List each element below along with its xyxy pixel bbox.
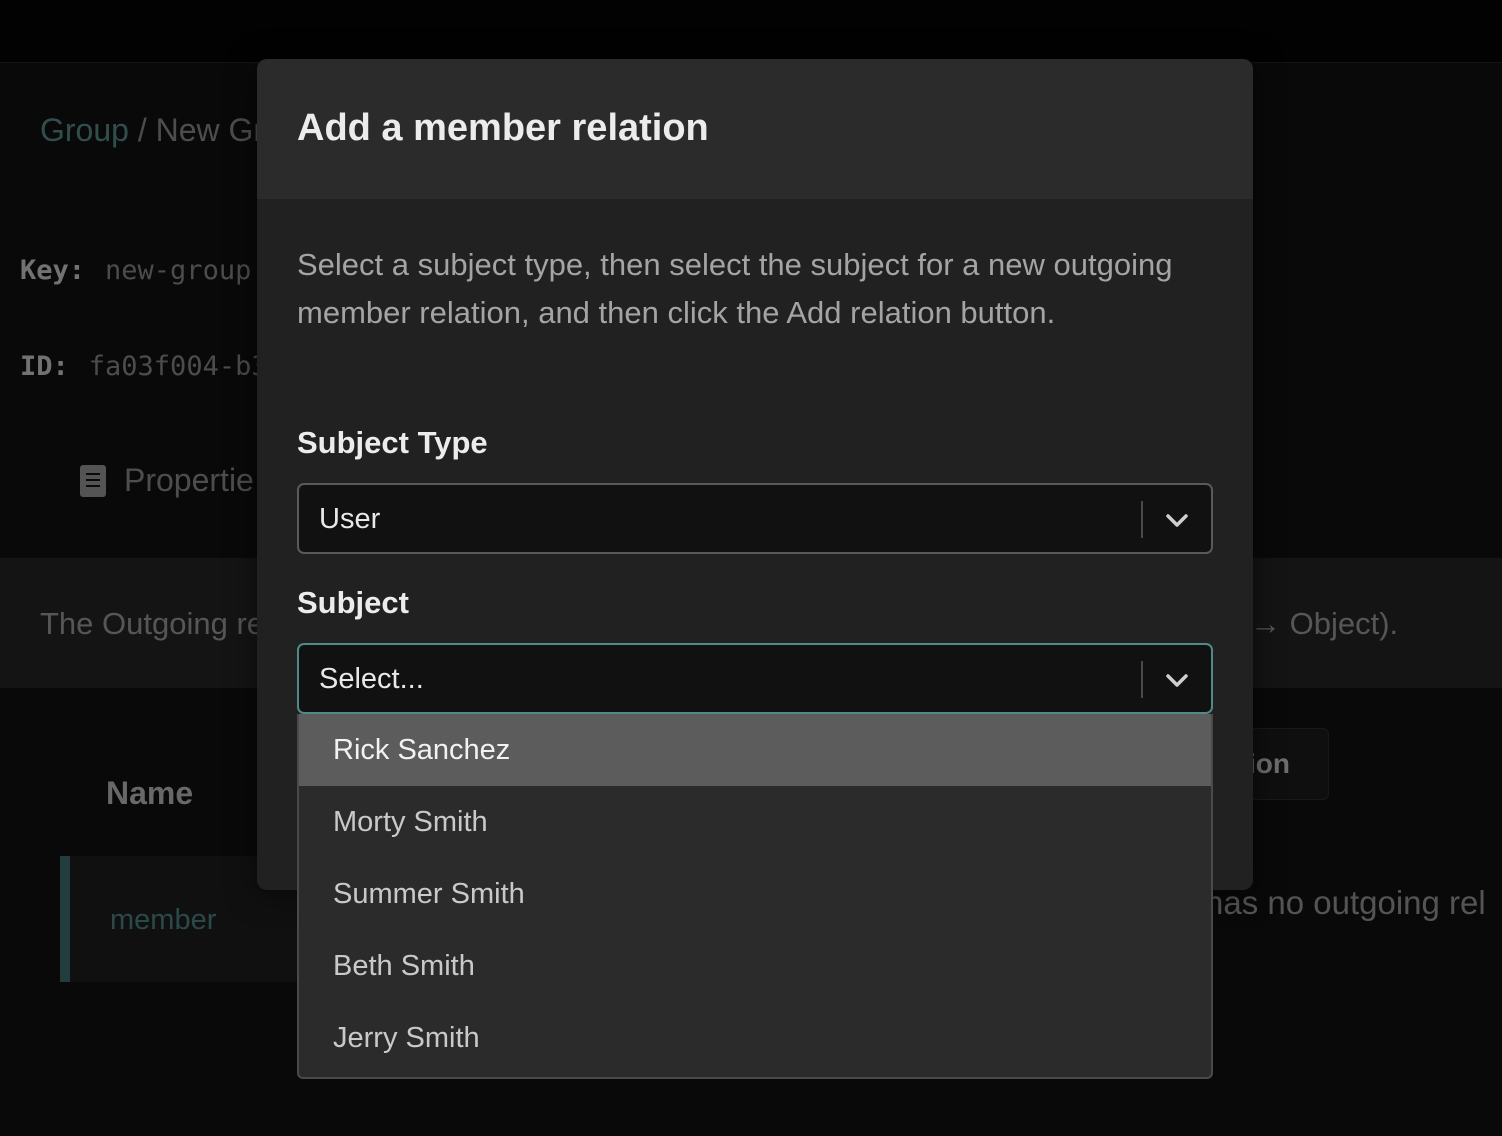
- subject-type-select[interactable]: User: [297, 483, 1213, 554]
- subject-option[interactable]: Beth Smith: [299, 930, 1211, 1002]
- chevron-down-icon[interactable]: [1163, 666, 1191, 694]
- subject-dropdown-menu: Rick Sanchez Morty Smith Summer Smith Be…: [297, 714, 1213, 1079]
- subject-option[interactable]: Summer Smith: [299, 858, 1211, 930]
- subject-label: Subject: [297, 585, 409, 620]
- modal-description: Select a subject type, then select the s…: [297, 247, 1173, 330]
- chevron-down-icon[interactable]: [1163, 506, 1191, 534]
- modal-title: Add a member relation: [297, 107, 709, 149]
- modal-header: Add a member relation: [257, 59, 1253, 199]
- subject-option[interactable]: Rick Sanchez: [299, 714, 1211, 786]
- select-separator: [1141, 501, 1143, 538]
- subject-type-value: User: [319, 503, 381, 535]
- subject-type-label: Subject Type: [297, 425, 488, 460]
- subject-option[interactable]: Morty Smith: [299, 786, 1211, 858]
- subject-select[interactable]: Select...: [297, 643, 1213, 714]
- select-separator: [1141, 661, 1143, 698]
- subject-placeholder: Select...: [319, 663, 424, 695]
- subject-option[interactable]: Jerry Smith: [299, 1002, 1211, 1074]
